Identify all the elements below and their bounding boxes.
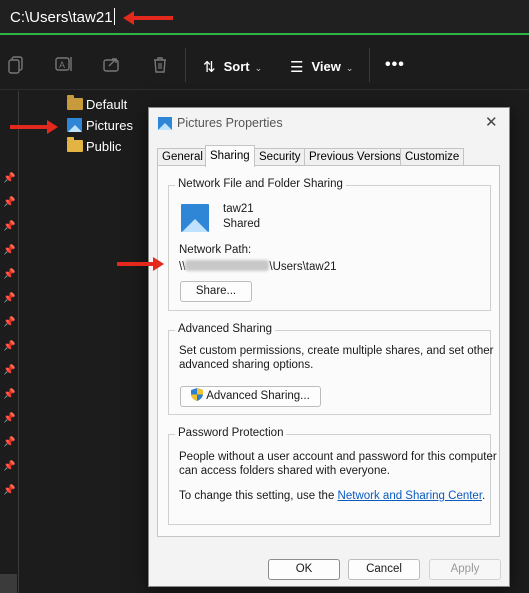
tab-customize[interactable]: Customize <box>400 148 465 166</box>
advanced-sharing-button[interactable]: Advanced Sharing... <box>180 386 321 407</box>
pin-icon[interactable]: 📌 <box>3 461 15 473</box>
network-path-label: Network Path: <box>179 244 252 256</box>
ok-button[interactable]: OK <box>268 559 340 580</box>
pictures-folder-icon <box>158 117 172 130</box>
advanced-sharing-description-1: Set custom permissions, create multiple … <box>179 345 494 357</box>
command-toolbar: A ⇅ Sort ⌄ ☰ View ⌄ ••• <box>0 36 529 90</box>
advanced-sharing-group: Advanced Sharing Set custom permissions,… <box>168 323 494 415</box>
tree-item-default[interactable]: Default <box>67 95 127 114</box>
pin-icon[interactable]: 📌 <box>3 317 15 329</box>
address-focus-underline <box>0 33 529 35</box>
pin-icon[interactable]: 📌 <box>3 197 15 209</box>
red-arrow-address <box>123 11 173 25</box>
pin-icon[interactable]: 📌 <box>3 269 15 281</box>
redacted-computer-name <box>185 260 270 271</box>
more-options-button[interactable]: ••• <box>385 56 405 74</box>
toolbar-separator <box>369 48 370 82</box>
dialog-title: Pictures Properties <box>177 116 283 130</box>
view-button[interactable]: ☰ View ⌄ <box>290 58 353 76</box>
pin-icon[interactable]: 📌 <box>3 389 15 401</box>
folder-icon <box>67 137 83 152</box>
advanced-sharing-description-2: advanced sharing options. <box>179 359 314 371</box>
address-path[interactable]: C:\Users\taw21 <box>10 8 115 26</box>
network-sharing-title: Network File and Folder Sharing <box>175 178 346 190</box>
address-bar[interactable]: C:\Users\taw21 <box>0 0 529 36</box>
rename-icon[interactable]: A <box>55 56 73 74</box>
pin-icon[interactable]: 📌 <box>3 341 15 353</box>
password-protection-text-2: can access folders shared with everyone. <box>179 465 390 477</box>
tab-general[interactable]: General <box>157 148 208 166</box>
pin-icon[interactable]: 📌 <box>3 485 15 497</box>
folder-icon <box>67 95 83 110</box>
quick-access-pins: 📌 📌 📌 📌 📌 📌 📌 📌 📌 📌 📌 📌 📌 📌 <box>0 91 19 593</box>
chevron-down-icon: ⌄ <box>345 63 354 73</box>
tab-previous-versions[interactable]: Previous Versions <box>304 148 407 166</box>
share-button[interactable]: Share... <box>180 281 252 302</box>
cancel-button[interactable]: Cancel <box>348 559 420 580</box>
tree-item-public[interactable]: Public <box>67 137 121 156</box>
pin-icon[interactable]: 📌 <box>3 245 15 257</box>
pictures-folder-icon <box>67 118 82 132</box>
chevron-down-icon: ⌄ <box>254 63 263 73</box>
view-icon: ☰ <box>290 59 304 76</box>
pin-icon[interactable]: 📌 <box>3 413 15 425</box>
red-arrow-network-path <box>117 257 164 271</box>
svg-text:A: A <box>59 60 65 70</box>
close-icon[interactable]: ✕ <box>485 113 498 131</box>
sort-button[interactable]: ⇅ Sort ⌄ <box>203 58 262 76</box>
pictures-folder-icon <box>181 204 209 232</box>
properties-dialog: Pictures Properties ✕ General Sharing Se… <box>148 107 510 587</box>
sort-icon: ⇅ <box>203 59 216 76</box>
apply-button[interactable]: Apply <box>429 559 501 580</box>
pin-icon[interactable]: 📌 <box>3 293 15 305</box>
password-protection-change-text: To change this setting, use the Network … <box>179 490 486 502</box>
sharing-panel: Network File and Folder Sharing taw21 Sh… <box>157 165 500 537</box>
tree-item-pictures[interactable]: Pictures <box>67 117 133 135</box>
network-sharing-center-link[interactable]: Network and Sharing Center <box>338 490 482 502</box>
scrollbar[interactable] <box>0 574 17 593</box>
folder-name: taw21 <box>223 203 254 215</box>
password-protection-text-1: People without a user account and passwo… <box>179 451 497 463</box>
red-arrow-pictures <box>10 120 58 134</box>
pin-icon[interactable]: 📌 <box>3 437 15 449</box>
uac-shield-icon <box>191 388 204 401</box>
network-path-value: \\ \Users\taw21 <box>179 260 337 273</box>
pin-icon[interactable]: 📌 <box>3 221 15 233</box>
network-sharing-group: Network File and Folder Sharing taw21 Sh… <box>168 178 491 311</box>
copy-icon[interactable] <box>7 56 25 74</box>
pin-icon[interactable]: 📌 <box>3 365 15 377</box>
tab-security[interactable]: Security <box>254 148 306 166</box>
text-caret <box>113 8 115 25</box>
tab-sharing[interactable]: Sharing <box>205 145 255 167</box>
password-protection-group: Password Protection People without a use… <box>168 427 497 525</box>
toolbar-separator <box>185 48 186 82</box>
pin-icon[interactable]: 📌 <box>3 173 15 185</box>
advanced-sharing-title: Advanced Sharing <box>175 323 275 335</box>
share-icon[interactable] <box>103 56 121 74</box>
delete-icon[interactable] <box>151 56 169 74</box>
password-protection-title: Password Protection <box>175 427 287 439</box>
share-status: Shared <box>223 218 261 230</box>
